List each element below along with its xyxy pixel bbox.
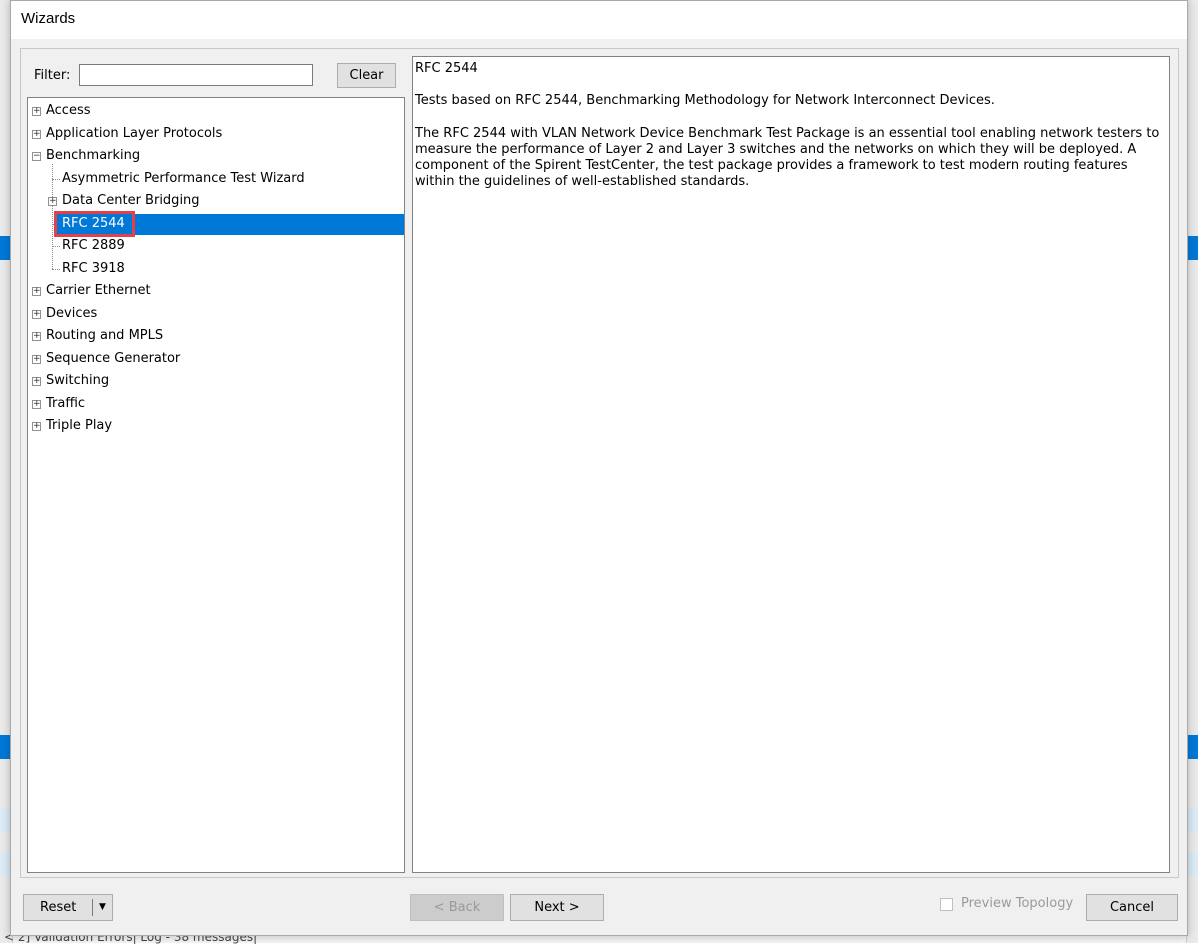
expand-icon[interactable]: +: [32, 422, 41, 431]
tree-connector: [52, 246, 60, 247]
checkbox-icon[interactable]: [940, 898, 953, 911]
expand-icon[interactable]: +: [32, 377, 41, 386]
wizards-dialog: Wizards Filter: Clear + Access + Applica…: [10, 0, 1188, 936]
expand-icon[interactable]: +: [32, 400, 41, 409]
preview-topology-label: Preview Topology: [961, 896, 1074, 911]
cancel-button[interactable]: Cancel: [1086, 894, 1178, 921]
tree-connector: [52, 269, 60, 270]
description-title: RFC 2544: [415, 61, 478, 76]
collapse-icon[interactable]: −: [32, 152, 41, 161]
filter-input[interactable]: [79, 64, 313, 86]
tree-item-label: Asymmetric Performance Test Wizard: [62, 171, 305, 186]
tree-item-label: Routing and MPLS: [46, 328, 164, 343]
expand-icon[interactable]: +: [32, 107, 41, 116]
expand-icon[interactable]: +: [48, 197, 57, 206]
description-body: The RFC 2544 with VLAN Network Device Be…: [415, 126, 1160, 189]
expand-icon[interactable]: +: [32, 310, 41, 319]
tree-connector: [52, 179, 60, 180]
wizard-tree[interactable]: + Access + Application Layer Protocols −…: [27, 97, 405, 873]
expand-icon[interactable]: +: [32, 130, 41, 139]
tree-item-label: Access: [46, 103, 91, 118]
tree-item-label: Devices: [46, 306, 98, 321]
tree-item-label: Data Center Bridging: [62, 193, 200, 208]
title-bar: Wizards: [11, 1, 1187, 39]
tree-item-label: Traffic: [46, 396, 86, 411]
expand-icon[interactable]: +: [32, 355, 41, 364]
reset-button[interactable]: Reset ▼: [23, 894, 113, 921]
clear-button[interactable]: Clear: [337, 63, 396, 88]
tree-item-label: Carrier Ethernet: [46, 283, 151, 298]
highlight-box: [54, 211, 135, 237]
tree-item-label: Triple Play: [46, 418, 113, 433]
split-divider: [92, 899, 93, 916]
dropdown-arrow-icon[interactable]: ▼: [99, 895, 106, 920]
back-button[interactable]: < Back: [410, 894, 504, 921]
description-panel: RFC 2544 Tests based on RFC 2544, Benchm…: [412, 56, 1170, 873]
dialog-title: Wizards: [21, 10, 76, 27]
expand-icon[interactable]: +: [32, 332, 41, 341]
next-button[interactable]: Next >: [510, 894, 604, 921]
tree-item-label: Sequence Generator: [46, 351, 181, 366]
expand-icon[interactable]: +: [32, 287, 41, 296]
filter-label: Filter:: [34, 68, 71, 83]
tree-item-label: Switching: [46, 373, 110, 388]
tree-item-label: Benchmarking: [46, 148, 141, 163]
tree-item-label: RFC 3918: [62, 261, 125, 276]
tree-item-label: RFC 2889: [62, 238, 125, 253]
tree-item-label: Application Layer Protocols: [46, 126, 223, 141]
description-summary: Tests based on RFC 2544, Benchmarking Me…: [415, 93, 995, 108]
reset-button-label: Reset: [40, 900, 77, 915]
